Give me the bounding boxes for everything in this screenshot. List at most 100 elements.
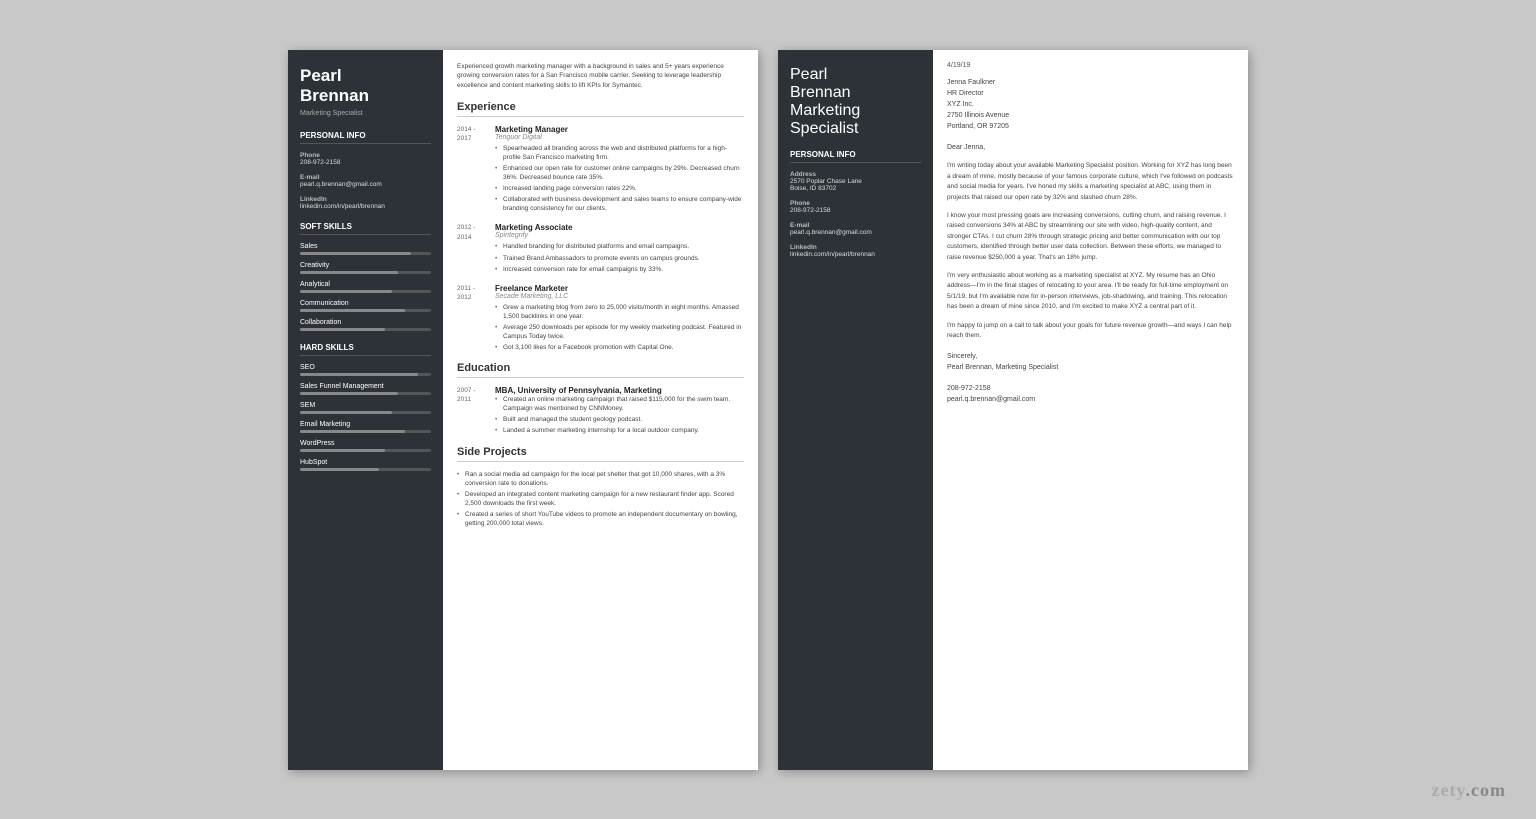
skill-bar-bg	[300, 271, 431, 274]
skill-name: Communication	[300, 300, 431, 307]
education-item: 2007 -2011 MBA, University of Pennsylvan…	[457, 386, 744, 437]
hard-skill-item: Email Marketing	[300, 421, 431, 433]
cover-address-label: Address	[790, 171, 921, 178]
cover-sidebar: Pearl Brennan Marketing Specialist Perso…	[778, 50, 933, 770]
cover-job-title: Marketing Specialist	[790, 102, 921, 138]
exp-title: Freelance Marketer	[495, 284, 744, 293]
exp-company: Spintegrify	[495, 232, 744, 239]
documents-container: Pearl Brennan Marketing Specialist Perso…	[228, 20, 1308, 800]
soft-skill-item: Sales	[300, 243, 431, 255]
cover-paragraph: I'm happy to jump on a call to talk abou…	[947, 321, 1234, 342]
edu-content: MBA, University of Pennsylvania, Marketi…	[495, 386, 744, 437]
bullet-item: Spearheaded all branding across the web …	[495, 144, 744, 162]
skill-bar-fill	[300, 309, 405, 312]
side-projects-heading: Side Projects	[457, 446, 744, 462]
exp-title: Marketing Associate	[495, 223, 744, 232]
skill-bar-fill	[300, 271, 398, 274]
resume-job-title: Marketing Specialist	[300, 110, 431, 117]
skill-name: Analytical	[300, 281, 431, 288]
cover-email-value: pearl.q.brennan@gmail.com	[790, 229, 921, 236]
skill-name: Sales	[300, 243, 431, 250]
skill-bar-fill	[300, 290, 392, 293]
cover-last-name: Brennan	[790, 84, 921, 102]
cover-phone-value: 208-972-2158	[790, 207, 921, 214]
skill-bar-bg	[300, 252, 431, 255]
soft-skill-item: Creativity	[300, 262, 431, 274]
side-project-item: Developed an integrated content marketin…	[457, 490, 744, 508]
edu-bullets: Created an online marketing campaign tha…	[495, 395, 744, 435]
resume-document: Pearl Brennan Marketing Specialist Perso…	[288, 50, 758, 770]
hard-skill-item: HubSpot	[300, 459, 431, 471]
cover-date: 4/19/19	[947, 62, 1234, 69]
education-heading: Education	[457, 362, 744, 378]
side-project-item: Ran a social media ad campaign for the l…	[457, 470, 744, 488]
hard-skill-item: SEO	[300, 364, 431, 376]
bullet-item: Trained Brand Ambassadors to promote eve…	[495, 254, 744, 263]
cover-contact-phone: 208-972-2158	[947, 383, 1234, 394]
side-projects-bullets: Ran a social media ad campaign for the l…	[457, 470, 744, 529]
cover-paragraph: I'm very enthusiastic about working as a…	[947, 271, 1234, 313]
cover-linkedin-item: LinkedIn linkedin.com/in/pearl/brennan	[790, 244, 921, 258]
skill-bar-bg	[300, 309, 431, 312]
hard-skill-item: Sales Funnel Management	[300, 383, 431, 395]
cover-closing: Sincerely,	[947, 353, 1234, 360]
skill-bar-fill	[300, 430, 405, 433]
cover-email-label: E-mail	[790, 222, 921, 229]
exp-date: 2014 -2017	[457, 125, 487, 143]
resume-summary: Experienced growth marketing manager wit…	[457, 62, 744, 91]
resume-last-name: Brennan	[300, 86, 431, 106]
bullet-item: Handled branding for distributed platfor…	[495, 242, 744, 251]
hard-skill-item: SEM	[300, 402, 431, 414]
resume-linkedin-label: LinkedIn	[300, 196, 431, 203]
exp-header: 2014 -2017 Marketing Manager Tenguor Dig…	[457, 125, 744, 216]
exp-date: 2011 -2012	[457, 284, 487, 302]
resume-personal-info-heading: Personal Info	[300, 131, 431, 144]
cover-phone-item: Phone 208-972-2158	[790, 200, 921, 214]
exp-bullets: Spearheaded all branding across the web …	[495, 144, 744, 214]
skill-name: WordPress	[300, 440, 431, 447]
experience-item: 2011 -2012 Freelance Marketer Secade Mar…	[457, 284, 744, 354]
skill-bar-fill	[300, 373, 418, 376]
hard-skill-item: WordPress	[300, 440, 431, 452]
bullet-item: Increased conversion rate for email camp…	[495, 265, 744, 274]
exp-content: Marketing Manager Tenguor Digital Spearh…	[495, 125, 744, 216]
zety-text: zety	[1432, 780, 1466, 800]
skill-bar-bg	[300, 411, 431, 414]
cover-address-item: Address 2570 Poplar Chase Lane Boise, ID…	[790, 171, 921, 192]
experience-heading: Experience	[457, 101, 744, 117]
skill-bar-bg	[300, 430, 431, 433]
bullet-item: Created an online marketing campaign tha…	[495, 395, 744, 413]
bullet-item: Landed a summer marketing internship for…	[495, 426, 744, 435]
resume-main-content: Experienced growth marketing manager wit…	[443, 50, 758, 770]
exp-title: Marketing Manager	[495, 125, 744, 134]
skill-bar-bg	[300, 392, 431, 395]
soft-skill-item: Analytical	[300, 281, 431, 293]
skill-name: Collaboration	[300, 319, 431, 326]
skill-bar-fill	[300, 411, 392, 414]
bullet-item: Collaborated with business development a…	[495, 195, 744, 213]
exp-content: Marketing Associate Spintegrify Handled …	[495, 223, 744, 275]
cover-email-item: E-mail pearl.q.brennan@gmail.com	[790, 222, 921, 236]
cover-address-value: 2570 Poplar Chase Lane Boise, ID 83702	[790, 178, 921, 192]
cover-recipient: Jenna Faulkner HR Director XYZ Inc. 2750…	[947, 77, 1234, 133]
bullet-item: Got 3,100 likes for a Facebook promotion…	[495, 343, 744, 352]
skill-name: Sales Funnel Management	[300, 383, 431, 390]
resume-soft-skills-heading: Soft Skills	[300, 222, 431, 235]
bullet-item: Enhanced our open rate for customer onli…	[495, 164, 744, 182]
edu-title: MBA, University of Pennsylvania, Marketi…	[495, 386, 744, 395]
cover-personal-info-heading: Personal Info	[790, 150, 921, 163]
zety-watermark: zety.com	[1432, 780, 1506, 801]
resume-phone-item: Phone 208-972-2158	[300, 152, 431, 166]
exp-bullets: Grew a marketing blog from zero to 25,00…	[495, 303, 744, 352]
soft-skill-item: Collaboration	[300, 319, 431, 331]
cover-linkedin-label: LinkedIn	[790, 244, 921, 251]
resume-soft-skills-list: Sales Creativity Analytical Communicatio…	[300, 243, 431, 331]
zety-suffix: .com	[1466, 780, 1506, 800]
skill-bar-fill	[300, 392, 398, 395]
exp-date: 2012 -2014	[457, 223, 487, 241]
resume-email-item: E-mail pearl.q.brennan@gmail.com	[300, 174, 431, 188]
bullet-item: Built and managed the student geology po…	[495, 415, 744, 424]
education-list: 2007 -2011 MBA, University of Pennsylvan…	[457, 386, 744, 437]
resume-sidebar: Pearl Brennan Marketing Specialist Perso…	[288, 50, 443, 770]
exp-content: Freelance Marketer Secade Marketing, LLC…	[495, 284, 744, 354]
